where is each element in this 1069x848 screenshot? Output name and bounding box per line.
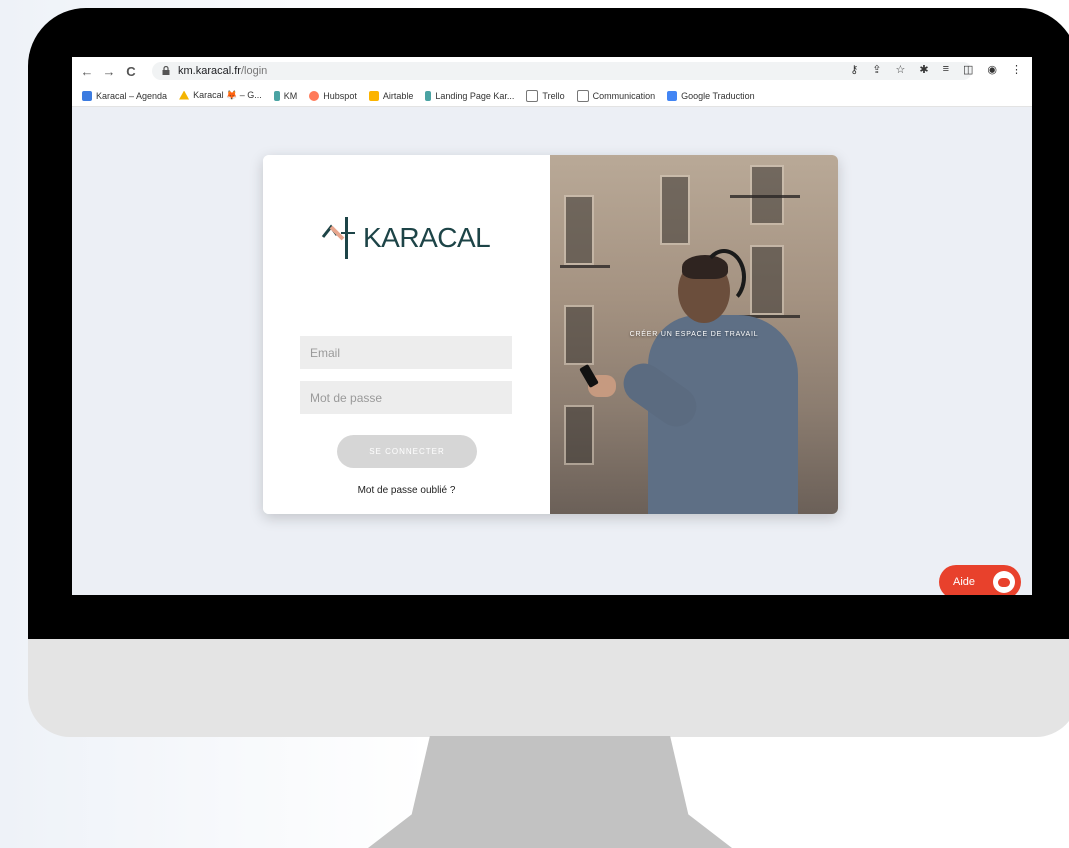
screen: ← → C km.karacal.fr/login ⚷ ⇪ ☆ ✱ ≡ ◫ ◉ … — [72, 57, 1032, 595]
toolbar-icons: ⚷ ⇪ ☆ ✱ ≡ ◫ ◉ ⋮ — [850, 63, 1022, 76]
building-window — [564, 405, 594, 465]
building-window — [750, 245, 784, 315]
star-icon[interactable]: ☆ — [895, 63, 905, 76]
workspace-photo-panel[interactable]: CRÉER UN ESPACE DE TRAVAIL — [550, 155, 838, 514]
create-workspace-link[interactable]: CRÉER UN ESPACE DE TRAVAIL — [550, 331, 838, 338]
profile-icon[interactable]: ◉ — [987, 63, 997, 76]
url-host: km.karacal.fr — [178, 65, 241, 77]
lock-icon — [162, 65, 170, 77]
playlist-icon[interactable]: ≡ — [943, 63, 949, 76]
balcony-rail — [730, 195, 800, 198]
karacal-logo-icon — [321, 217, 355, 259]
help-button[interactable]: Aide — [939, 565, 1021, 595]
building-window — [564, 195, 594, 265]
browser-toolbar: ← → C km.karacal.fr/login ⚷ ⇪ ☆ ✱ ≡ ◫ ◉ … — [72, 57, 1032, 85]
calendar-icon — [82, 90, 92, 101]
drive-icon — [179, 90, 190, 100]
forward-icon[interactable]: → — [98, 64, 120, 79]
share-icon[interactable]: ⇪ — [872, 63, 881, 76]
folder-icon — [526, 89, 539, 102]
password-field[interactable] — [300, 381, 512, 414]
monitor-stand — [368, 736, 732, 848]
address-bar[interactable]: km.karacal.fr/login — [152, 62, 972, 80]
key-icon[interactable]: ⚷ — [850, 63, 858, 76]
login-button[interactable]: SE CONNECTER — [337, 435, 477, 468]
bookmark-item[interactable]: Karacal – Agenda — [82, 90, 167, 101]
translate-icon — [667, 90, 678, 101]
bookmark-item[interactable]: Google Traduction — [667, 90, 755, 101]
forgot-password-link[interactable]: Mot de passe oublié ? — [263, 485, 550, 496]
login-card: KARACAL SE CONNECTER Mot de passe oublié… — [263, 155, 838, 514]
bookmark-item[interactable]: Trello — [526, 89, 565, 102]
bookmark-item[interactable]: Airtable — [368, 90, 413, 101]
karacal-icon — [425, 90, 432, 101]
bookmarks-bar: Karacal – Agenda Karacal 🦊 – G... KM Hub… — [72, 85, 1032, 107]
back-icon[interactable]: ← — [76, 64, 98, 79]
hubspot-icon — [309, 90, 320, 101]
chat-bubble-icon — [993, 571, 1015, 593]
karacal-logo: KARACAL — [321, 215, 491, 261]
monitor-chin — [28, 639, 1069, 737]
brand-name: KARACAL — [363, 222, 491, 253]
reload-icon[interactable]: C — [120, 64, 142, 79]
bookmark-item[interactable]: Karacal 🦊 – G... — [179, 90, 262, 101]
menu-icon[interactable]: ⋮ — [1011, 63, 1022, 76]
folder-icon — [576, 89, 589, 102]
login-panel: KARACAL SE CONNECTER Mot de passe oublié… — [263, 155, 550, 514]
bookmark-item[interactable]: KM — [273, 90, 297, 101]
bookmark-item[interactable]: Communication — [576, 89, 655, 102]
bookmark-item[interactable]: Hubspot — [309, 90, 357, 101]
bookmark-item[interactable]: Landing Page Kar... — [425, 90, 514, 101]
email-field[interactable] — [300, 336, 512, 369]
karacal-icon — [273, 90, 280, 101]
puzzle-icon[interactable]: ✱ — [919, 63, 928, 76]
sidepanel-icon[interactable]: ◫ — [963, 63, 973, 76]
url-path: /login — [240, 65, 268, 77]
balcony-rail — [560, 265, 610, 268]
building-window — [660, 175, 690, 245]
airtable-icon — [368, 90, 379, 101]
help-label: Aide — [953, 576, 976, 588]
headphones-icon — [702, 249, 746, 305]
